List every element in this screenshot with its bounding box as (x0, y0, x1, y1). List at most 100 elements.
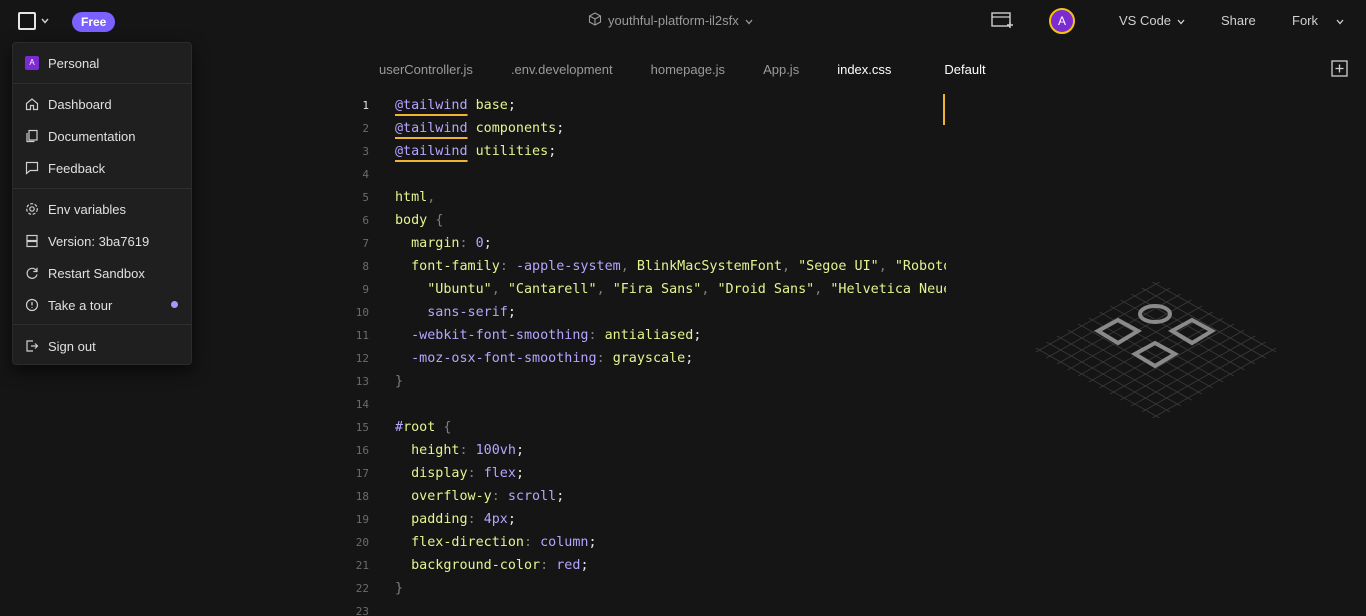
tab-usercontroller[interactable]: userController.js (360, 62, 492, 77)
code-line: 20 flex-direction: column; (350, 531, 946, 554)
code-line: 9 "Ubuntu", "Cantarell", "Fira Sans", "D… (350, 278, 946, 301)
menu-item-label: Env variables (48, 201, 127, 217)
isometric-grid-icon (1032, 280, 1280, 420)
code-text: sans-serif; (427, 305, 516, 320)
line-number: 19 (355, 513, 369, 526)
logo-icon (18, 12, 36, 30)
line-number: 5 (362, 191, 369, 204)
code-line: 17 display: flex; (350, 462, 946, 485)
code-line: 14 (350, 393, 946, 416)
code-line: 22} (350, 577, 946, 600)
chevron-down-icon (1336, 13, 1344, 28)
code-line: 8 font-family: -apple-system, BlinkMacSy… (350, 255, 946, 278)
menu-item-feedback[interactable]: Feedback (13, 155, 191, 181)
preview-empty-illustration (1030, 278, 1282, 428)
code-text: flex-direction: column; (411, 535, 597, 550)
menu-item-restart-sandbox[interactable]: Restart Sandbox (13, 260, 191, 286)
menu-divider (13, 188, 191, 189)
menu-divider (13, 324, 191, 325)
app-dropdown-menu: A Personal Dashboard Documentation Feedb… (12, 42, 192, 365)
tab-homepage[interactable]: homepage.js (632, 62, 744, 77)
code-line: 23 (350, 600, 946, 616)
fork-label: Fork (1292, 13, 1318, 28)
menu-item-documentation[interactable]: Documentation (13, 123, 191, 149)
code-text: height: 100vh; (411, 443, 524, 458)
code-text: @tailwind base; (395, 98, 516, 113)
menu-item-take-a-tour[interactable]: Take a tour (13, 292, 191, 318)
code-text: "Ubuntu", "Cantarell", "Fira Sans", "Dro… (427, 282, 946, 297)
line-number: 23 (355, 605, 369, 616)
line-number: 7 (362, 237, 369, 250)
menu-item-version[interactable]: Version: 3ba7619 (13, 228, 191, 254)
project-name-button[interactable]: youthful-platform-il2sfx (588, 12, 753, 29)
code-line: 7 margin: 0; (350, 232, 946, 255)
editor-tabs: userController.js .env.development homep… (360, 52, 1005, 86)
avatar[interactable]: A (1049, 8, 1075, 34)
top-bar: Free youthful-platform-il2sfx A VS Code … (0, 0, 1366, 42)
code-line: 16 height: 100vh; (350, 439, 946, 462)
menu-item-label: Documentation (48, 128, 136, 144)
plan-badge[interactable]: Free (72, 12, 116, 32)
add-panel-button[interactable] (1331, 60, 1348, 77)
tab-index-css[interactable]: index.css (818, 62, 910, 77)
menu-item-label: Dashboard (48, 96, 112, 112)
app-menu-button[interactable] (18, 12, 50, 30)
code-text: -moz-osx-font-smoothing: grayscale; (411, 351, 694, 366)
line-number: 20 (355, 536, 369, 549)
fork-button[interactable]: Fork (1292, 13, 1344, 28)
code-text: overflow-y: scroll; (411, 489, 565, 504)
code-line: 4 (350, 163, 946, 186)
server-icon (25, 234, 39, 248)
menu-item-sign-out[interactable]: Sign out (13, 333, 191, 359)
code-text: -webkit-font-smoothing: antialiased; (411, 328, 702, 343)
line-number: 16 (355, 444, 369, 457)
code-text: @tailwind components; (395, 121, 565, 136)
restart-icon (25, 266, 39, 280)
code-line: 19 padding: 4px; (350, 508, 946, 531)
menu-item-env-variables[interactable]: Env variables (13, 196, 191, 222)
open-in-editor-button[interactable]: VS Code (1119, 13, 1185, 28)
code-text: font-family: -apple-system, BlinkMacSyst… (411, 259, 946, 274)
code-line: 13} (350, 370, 946, 393)
menu-item-dashboard[interactable]: Dashboard (13, 91, 191, 117)
tab-env-development[interactable]: .env.development (492, 62, 632, 77)
code-text: margin: 0; (411, 236, 492, 251)
code-text: padding: 4px; (411, 512, 516, 527)
menu-item-label: Take a tour (48, 297, 113, 313)
line-number: 1 (362, 99, 369, 112)
new-indicator-dot (171, 301, 178, 308)
panel-resize-handle[interactable] (943, 94, 945, 125)
screen-add-icon (991, 12, 1013, 28)
line-number: 17 (355, 467, 369, 480)
code-line: 11 -webkit-font-smoothing: antialiased; (350, 324, 946, 347)
preview-window-button[interactable] (990, 10, 1014, 32)
code-editor[interactable]: 1 @tailwind base; 2 @tailwind components; … (350, 94, 946, 616)
code-line: 18 overflow-y: scroll; (350, 485, 946, 508)
tab-app[interactable]: App.js (744, 62, 818, 77)
menu-item-label: Restart Sandbox (48, 265, 145, 281)
code-text: } (395, 374, 404, 389)
line-number: 14 (355, 398, 369, 411)
chat-icon (25, 161, 39, 175)
line-number: 4 (362, 168, 369, 181)
workspace-selector[interactable]: A Personal (13, 50, 191, 76)
code-text: #root { (395, 420, 452, 435)
plus-square-icon (1331, 60, 1348, 77)
code-line: 10 sans-serif; (350, 301, 946, 324)
line-number: 3 (362, 145, 369, 158)
code-text: @tailwind utilities; (395, 144, 557, 159)
code-text: } (395, 581, 404, 596)
share-button[interactable]: Share (1221, 13, 1256, 28)
cube-icon (588, 12, 602, 29)
line-number: 13 (355, 375, 369, 388)
chevron-down-icon (40, 16, 50, 26)
menu-item-label: Sign out (48, 338, 96, 354)
info-icon (25, 298, 39, 312)
line-number: 18 (355, 490, 369, 503)
sign-out-icon (25, 339, 39, 353)
line-number: 11 (355, 329, 369, 342)
line-number: 15 (355, 421, 369, 434)
code-text: html, (395, 190, 436, 205)
docs-icon (25, 129, 39, 143)
tab-preview-default[interactable]: Default (925, 62, 1004, 77)
